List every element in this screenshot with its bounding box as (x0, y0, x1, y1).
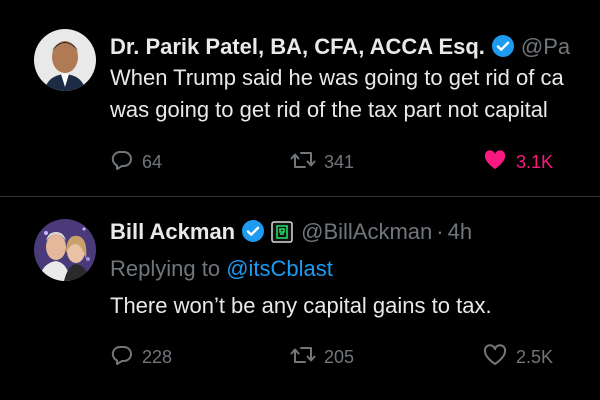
reply-count: 64 (142, 152, 163, 172)
author-name[interactable]: Dr. Parik Patel, BA, CFA, ACCA Esq. (110, 34, 485, 59)
replying-to-link[interactable]: @itsCblast (226, 256, 333, 281)
like-count: 2.5K (516, 347, 554, 367)
reply-button[interactable]: 64 (110, 148, 162, 177)
tweet[interactable]: Dr. Parik Patel, BA, CFA, ACCA Esq. @Pa W… (0, 0, 600, 196)
author-handle[interactable]: @Pa (521, 34, 570, 59)
replying-to-label: Replying to (110, 256, 221, 281)
retweet-count: 341 (324, 152, 355, 172)
author-handle[interactable]: @BillAckman (301, 219, 432, 244)
separator-dot: · (436, 219, 444, 244)
reply-count: 228 (142, 347, 173, 367)
tweet-text-line: When Trump said he was going to get rid … (110, 65, 564, 90)
retweet-icon (290, 148, 324, 177)
tweet-timestamp[interactable]: 4h (448, 219, 472, 244)
verified-badge-icon (241, 219, 265, 250)
tweet-text: When Trump said he was going to get rid … (110, 62, 600, 126)
heart-icon (482, 343, 516, 372)
tweet-text-line: was going to get rid of the tax part not… (110, 97, 548, 122)
retweet-button[interactable]: 341 (290, 148, 354, 177)
replying-to: Replying to @itsCblast (110, 256, 333, 282)
avatar[interactable] (34, 29, 96, 91)
tweet[interactable]: Bill Ackman @BillAckman · 4h Replying to @i… (0, 197, 600, 400)
retweet-count: 205 (324, 347, 355, 367)
tweet-actions: 64 341 3.1K (110, 148, 600, 178)
retweet-icon (290, 343, 324, 372)
retweet-button[interactable]: 205 (290, 343, 354, 372)
like-button[interactable]: 2.5K (482, 343, 553, 372)
tweet-text: There won’t be any capital gains to tax. (110, 293, 492, 318)
reply-icon (110, 343, 142, 372)
author-name[interactable]: Bill Ackman (110, 219, 235, 244)
like-count: 3.1K (516, 152, 554, 172)
author-row: Bill Ackman @BillAckman · 4h (110, 218, 472, 250)
heart-icon (482, 148, 516, 177)
author-row: Dr. Parik Patel, BA, CFA, ACCA Esq. @Pa (110, 33, 570, 65)
verified-badge-icon (491, 34, 515, 65)
affiliation-badge-icon[interactable] (271, 221, 293, 250)
reply-icon (110, 148, 142, 177)
tweet-actions: 228 205 2.5K (110, 343, 600, 373)
like-button[interactable]: 3.1K (482, 148, 553, 177)
avatar[interactable] (34, 219, 96, 281)
reply-button[interactable]: 228 (110, 343, 172, 372)
